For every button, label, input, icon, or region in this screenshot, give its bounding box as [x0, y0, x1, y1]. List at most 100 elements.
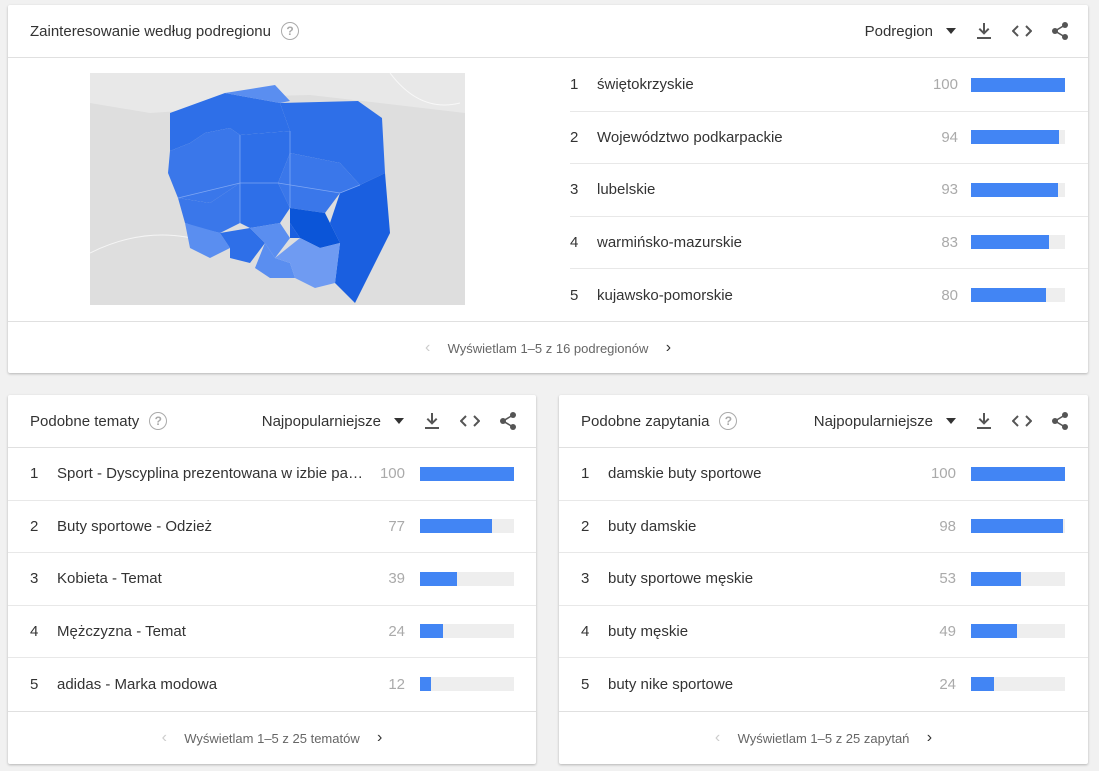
- row-label[interactable]: buty sportowe męskie: [608, 570, 923, 587]
- caret-down-icon: [394, 418, 404, 424]
- row-label[interactable]: warmińsko-mazurskie: [597, 234, 917, 251]
- interest-bar-fill: [420, 519, 493, 534]
- row-label[interactable]: Kobieta - Temat: [57, 570, 372, 587]
- row-value: 53: [939, 570, 956, 588]
- row-value: 39: [388, 570, 405, 588]
- subregion-row[interactable]: 1 świętokrzyskie 100: [570, 59, 1088, 112]
- caret-down-icon: [946, 28, 956, 34]
- card-title: Podobne tematy: [30, 412, 140, 430]
- row-value: 98: [939, 517, 956, 535]
- share-icon[interactable]: [498, 411, 518, 431]
- dropdown-label: Najpopularniejsze: [261, 412, 381, 430]
- query-row[interactable]: 2 buty damskie 98: [559, 501, 1088, 553]
- prev-page-icon[interactable]: ‹: [708, 729, 728, 747]
- interest-bar: [971, 77, 1065, 92]
- interest-bar-fill: [971, 624, 1018, 639]
- help-icon[interactable]: ?: [149, 412, 168, 430]
- subregion-row[interactable]: 4 warmińsko-mazurskie 83: [570, 217, 1088, 269]
- download-icon[interactable]: [422, 411, 442, 431]
- subregion-dropdown[interactable]: Podregion: [865, 23, 956, 40]
- subregion-row[interactable]: 2 Województwo podkarpackie 94: [570, 112, 1088, 164]
- topic-row[interactable]: 3 Kobieta - Temat 39: [8, 553, 536, 606]
- interest-bar-fill: [971, 466, 1065, 481]
- row-label[interactable]: Buty sportowe - Odzież: [57, 518, 372, 535]
- help-icon[interactable]: ?: [281, 22, 299, 40]
- interest-bar: [420, 519, 514, 534]
- row-rank: 1: [570, 76, 579, 94]
- next-page-icon[interactable]: ›: [919, 729, 939, 747]
- interest-by-subregion-card: Zainteresowanie według podregionu ? Podr…: [8, 5, 1088, 373]
- interest-bar-fill: [971, 235, 1050, 250]
- topic-row[interactable]: 2 Buty sportowe - Odzież 77: [8, 501, 536, 553]
- row-label[interactable]: buty nike sportowe: [608, 676, 923, 693]
- row-label[interactable]: Województwo podkarpackie: [597, 129, 917, 146]
- download-icon[interactable]: [974, 411, 994, 431]
- row-label[interactable]: świętokrzyskie: [597, 76, 917, 93]
- subregion-row[interactable]: 5 kujawsko-pomorskie 80: [570, 269, 1088, 322]
- row-label[interactable]: Sport - Dyscyplina prezentowana w izbie …: [57, 465, 372, 482]
- row-label[interactable]: lubelskie: [597, 181, 917, 198]
- download-icon[interactable]: [974, 21, 994, 41]
- sort-dropdown[interactable]: Najpopularniejsze: [814, 413, 956, 430]
- interest-bar-fill: [971, 77, 1065, 92]
- row-value: 24: [939, 675, 956, 693]
- share-icon[interactable]: [1050, 21, 1070, 41]
- row-rank: 4: [570, 233, 579, 251]
- row-rank: 4: [581, 622, 590, 640]
- pagination-text: Wyświetlam 1–5 z 16 podregionów: [447, 340, 649, 356]
- row-rank: 3: [581, 570, 590, 588]
- row-label[interactable]: kujawsko-pomorskie: [597, 287, 917, 304]
- prev-page-icon[interactable]: ‹: [418, 339, 438, 357]
- row-rank: 5: [581, 675, 590, 693]
- embed-icon[interactable]: [1012, 411, 1032, 431]
- row-rank: 2: [570, 128, 579, 146]
- query-row[interactable]: 1 damskie buty sportowe 100: [559, 448, 1088, 501]
- help-icon[interactable]: ?: [719, 412, 738, 430]
- interest-bar-fill: [971, 130, 1060, 145]
- prev-page-icon[interactable]: ‹: [154, 729, 174, 747]
- row-label[interactable]: adidas - Marka modowa: [57, 676, 372, 693]
- row-value: 94: [941, 128, 958, 146]
- row-rank: 1: [581, 465, 590, 483]
- query-row[interactable]: 3 buty sportowe męskie 53: [559, 553, 1088, 606]
- topic-row[interactable]: 1 Sport - Dyscyplina prezentowana w izbie…: [8, 448, 536, 501]
- map-svg: [89, 72, 465, 305]
- row-rank: 2: [30, 517, 39, 535]
- query-row[interactable]: 4 buty męskie 49: [559, 606, 1088, 658]
- pagination: ‹ Wyświetlam 1–5 z 16 podregionów ›: [8, 321, 1088, 373]
- embed-icon[interactable]: [460, 411, 480, 431]
- row-rank: 5: [30, 675, 39, 693]
- interest-bar: [971, 677, 1065, 692]
- row-rank: 1: [30, 465, 39, 483]
- row-rank: 4: [30, 622, 39, 640]
- row-label[interactable]: buty damskie: [608, 518, 923, 535]
- interest-bar: [420, 571, 514, 586]
- next-page-icon[interactable]: ›: [370, 729, 390, 747]
- interest-bar: [420, 624, 514, 639]
- interest-bar: [971, 519, 1065, 534]
- topic-row[interactable]: 4 Mężczyzna - Temat 24: [8, 606, 536, 658]
- row-rank: 5: [570, 286, 579, 304]
- poland-map[interactable]: [89, 72, 465, 305]
- share-icon[interactable]: [1050, 411, 1070, 431]
- sort-dropdown[interactable]: Najpopularniejsze: [262, 413, 404, 430]
- subregion-list: 1 świętokrzyskie 100 2 Województwo podkarpac…: [570, 59, 1088, 322]
- subregion-row[interactable]: 3 lubelskie 93: [570, 164, 1088, 217]
- row-label[interactable]: Mężczyzna - Temat: [57, 623, 372, 640]
- row-label[interactable]: damskie buty sportowe: [608, 465, 923, 482]
- interest-bar-fill: [971, 288, 1047, 303]
- topic-row[interactable]: 5 adidas - Marka modowa 12: [8, 658, 536, 711]
- row-label[interactable]: buty męskie: [608, 623, 923, 640]
- interest-bar: [971, 130, 1065, 145]
- interest-bar-fill: [420, 677, 432, 692]
- related-queries-list: 1 damskie buty sportowe 100 2 buty damskie 98…: [559, 448, 1088, 711]
- next-page-icon[interactable]: ›: [658, 339, 678, 357]
- query-row[interactable]: 5 buty nike sportowe 24: [559, 658, 1088, 711]
- related-topics-card: Podobne tematy ? Najpopularniejsze 1 Spor…: [8, 395, 536, 764]
- row-rank: 3: [30, 570, 39, 588]
- related-topics-list: 1 Sport - Dyscyplina prezentowana w izbie…: [8, 448, 536, 711]
- interest-bar-fill: [971, 182, 1059, 197]
- interest-bar-fill: [971, 571, 1021, 586]
- pagination: ‹ Wyświetlam 1–5 z 25 zapytań ›: [559, 711, 1088, 764]
- embed-icon[interactable]: [1012, 21, 1032, 41]
